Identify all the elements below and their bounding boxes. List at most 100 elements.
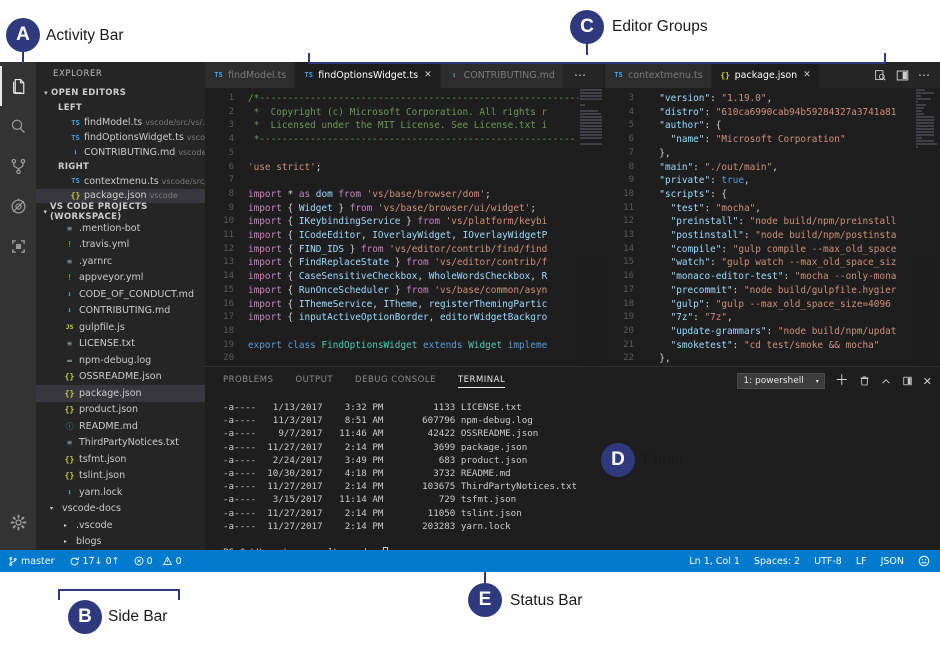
terminal-output[interactable]: -a---- 1/13/2017 3:32 PM 1133 LICENSE.tx… xyxy=(205,395,940,569)
tree-item[interactable]: {}OSSREADME.json xyxy=(36,369,205,386)
activity-item-debug[interactable] xyxy=(0,186,36,226)
open-editor-item[interactable]: ⬇ CONTRIBUTING.md vscode xyxy=(36,145,205,160)
close-icon[interactable]: ✕ xyxy=(424,70,432,80)
tree-item[interactable]: ⬇CONTRIBUTING.md xyxy=(36,303,205,320)
json-file-icon: {} xyxy=(64,471,75,480)
tree-item[interactable]: {}tsfmt.json xyxy=(36,451,205,468)
maximize-panel-icon[interactable] xyxy=(880,376,892,387)
terminal-selector[interactable]: 1: powershell ▾ xyxy=(737,373,824,389)
kill-terminal-icon[interactable] xyxy=(859,375,870,387)
annotation-label-c: Editor Groups xyxy=(612,18,708,36)
code-line: 'use strict'; xyxy=(248,161,604,175)
open-changes-icon[interactable] xyxy=(874,69,887,82)
line-number: 9 xyxy=(605,174,634,188)
code-line: "compile": "gulp compile --max_old_space xyxy=(648,243,940,257)
activity-item-explorer[interactable] xyxy=(0,66,36,106)
code-editor-left[interactable]: 1234567891011121314151617181920 /*------… xyxy=(205,88,604,366)
panel-tab-output[interactable]: OUTPUT xyxy=(295,375,333,387)
split-editor-icon[interactable] xyxy=(896,69,909,82)
code-content-right[interactable]: "version": "1.19.0", "distro": "610ca699… xyxy=(641,88,940,366)
terminal-line: -a---- 11/27/2017 2:14 PM 3699 package.j… xyxy=(223,441,940,454)
minimap-line xyxy=(580,95,602,97)
status-indentation[interactable]: Spaces: 2 xyxy=(747,556,807,567)
code-line xyxy=(248,147,604,161)
tab-overflow-icon[interactable]: ⋯ xyxy=(564,62,597,88)
close-icon[interactable]: ✕ xyxy=(803,70,811,80)
tree-item[interactable]: JSgulpfile.js xyxy=(36,319,205,336)
file-name: CONTRIBUTING.md xyxy=(84,147,175,158)
tree-item[interactable]: ▬npm-debug.log xyxy=(36,352,205,369)
status-cursor-position[interactable]: Ln 1, Col 1 xyxy=(682,556,747,567)
section-workspace[interactable]: ▾ VS CODE PROJECTS (WORKSPACE) xyxy=(36,203,205,220)
code-content-left[interactable]: /*--------------------------------------… xyxy=(241,88,604,366)
new-terminal-icon[interactable]: ＋ xyxy=(835,376,849,386)
tree-folder[interactable]: ▸.vscode xyxy=(36,517,205,534)
tree-item[interactable]: ⓘREADME.md xyxy=(36,418,205,435)
line-number: 22 xyxy=(605,352,634,366)
annotation-badge-e: E xyxy=(468,583,502,617)
close-panel-icon[interactable]: ✕ xyxy=(923,375,932,388)
status-eol[interactable]: LF xyxy=(849,556,874,567)
activity-bar xyxy=(0,62,36,550)
tree-item[interactable]: ⬇CODE_OF_CONDUCT.md xyxy=(36,286,205,303)
split-terminal-icon[interactable] xyxy=(902,375,913,387)
file-name: ThirdPartyNotices.txt xyxy=(79,437,179,448)
line-number: 11 xyxy=(205,229,234,243)
tree-item[interactable]: !appveyor.yml xyxy=(36,270,205,287)
txt-file-icon: ≡ xyxy=(64,438,75,447)
tree-item[interactable]: {}product.json xyxy=(36,402,205,419)
tree-item[interactable]: ≡LICENSE.txt xyxy=(36,336,205,353)
status-branch[interactable]: master xyxy=(8,556,62,567)
tree-item[interactable]: ≡.yarnrc xyxy=(36,253,205,270)
open-editor-item[interactable]: TS findModel.ts vscode/src/vs/... xyxy=(36,116,205,131)
tab-contextmenu[interactable]: TS contextmenu.ts xyxy=(605,62,712,88)
typescript-file-icon: TS xyxy=(70,177,81,185)
line-number: 16 xyxy=(605,270,634,284)
tab-packagejson[interactable]: {} package.json ✕ xyxy=(712,62,820,88)
tree-folder[interactable]: ▸blogs xyxy=(36,534,205,550)
annotation-leader-a xyxy=(22,50,24,64)
status-sync[interactable]: 17↓ 0↑ xyxy=(62,556,127,567)
activity-item-settings[interactable] xyxy=(0,502,36,542)
tree-item[interactable]: ≡ ThirdPartyNotices.txt xyxy=(36,435,205,452)
file-name: package.json xyxy=(79,388,142,399)
tree-item-selected[interactable]: {}package.json xyxy=(36,385,205,402)
tab-findmodel[interactable]: TS findModel.ts xyxy=(205,62,295,88)
tree-item[interactable]: {}tslint.json xyxy=(36,468,205,485)
code-editor-right[interactable]: 345678910111213141516171819202122 "versi… xyxy=(605,88,940,366)
tab-label: package.json xyxy=(735,70,798,81)
status-problems[interactable]: 0 0 xyxy=(127,556,189,567)
panel-tab-terminal[interactable]: TERMINAL xyxy=(458,375,505,388)
minimap-line xyxy=(580,92,602,94)
tree-folder[interactable]: ▾vscode-docs xyxy=(36,501,205,518)
minimap-right[interactable] xyxy=(914,88,940,366)
tab-findoptionswidget[interactable]: TS findOptionsWidget.ts ✕ xyxy=(295,62,440,88)
tree-item[interactable]: ⬇yarn.lock xyxy=(36,484,205,501)
terminal-blank-line xyxy=(223,533,940,546)
minimap-line xyxy=(916,128,934,130)
code-line xyxy=(248,352,604,366)
txt-file-icon: ≡ xyxy=(64,224,75,233)
panel-tab-problems[interactable]: PROBLEMS xyxy=(223,375,273,387)
section-open-editors[interactable]: ▾ OPEN EDITORS xyxy=(36,86,205,101)
activity-item-search[interactable] xyxy=(0,106,36,146)
tree-item[interactable]: ≡.mention-bot xyxy=(36,220,205,237)
tree-item[interactable]: !.travis.yml xyxy=(36,237,205,254)
minimap-left[interactable] xyxy=(578,88,604,366)
search-icon xyxy=(10,118,27,135)
activity-item-source-control[interactable] xyxy=(0,146,36,186)
more-actions-icon[interactable]: ⋯ xyxy=(918,68,931,82)
code-line: "watch": "gulp watch --max_old_space_siz xyxy=(648,256,940,270)
panel-tab-debug-console[interactable]: DEBUG CONSOLE xyxy=(355,375,436,387)
panel-actions: 1: powershell ▾ ＋ ✕ xyxy=(737,373,932,389)
status-feedback[interactable] xyxy=(911,555,932,567)
line-number: 12 xyxy=(605,215,634,229)
file-name: LICENSE.txt xyxy=(79,338,135,349)
status-language-mode[interactable]: JSON xyxy=(874,556,911,567)
status-encoding[interactable]: UTF-8 xyxy=(807,556,849,567)
tab-contributing[interactable]: ⬇ CONTRIBUTING.md xyxy=(441,62,564,88)
file-path: vscode xyxy=(178,148,205,157)
activity-item-extensions[interactable] xyxy=(0,226,36,266)
open-editor-item[interactable]: TS findOptionsWidget.ts vsco... xyxy=(36,130,205,145)
open-editor-item[interactable]: TS contextmenu.ts vscode/src/... xyxy=(36,174,205,189)
